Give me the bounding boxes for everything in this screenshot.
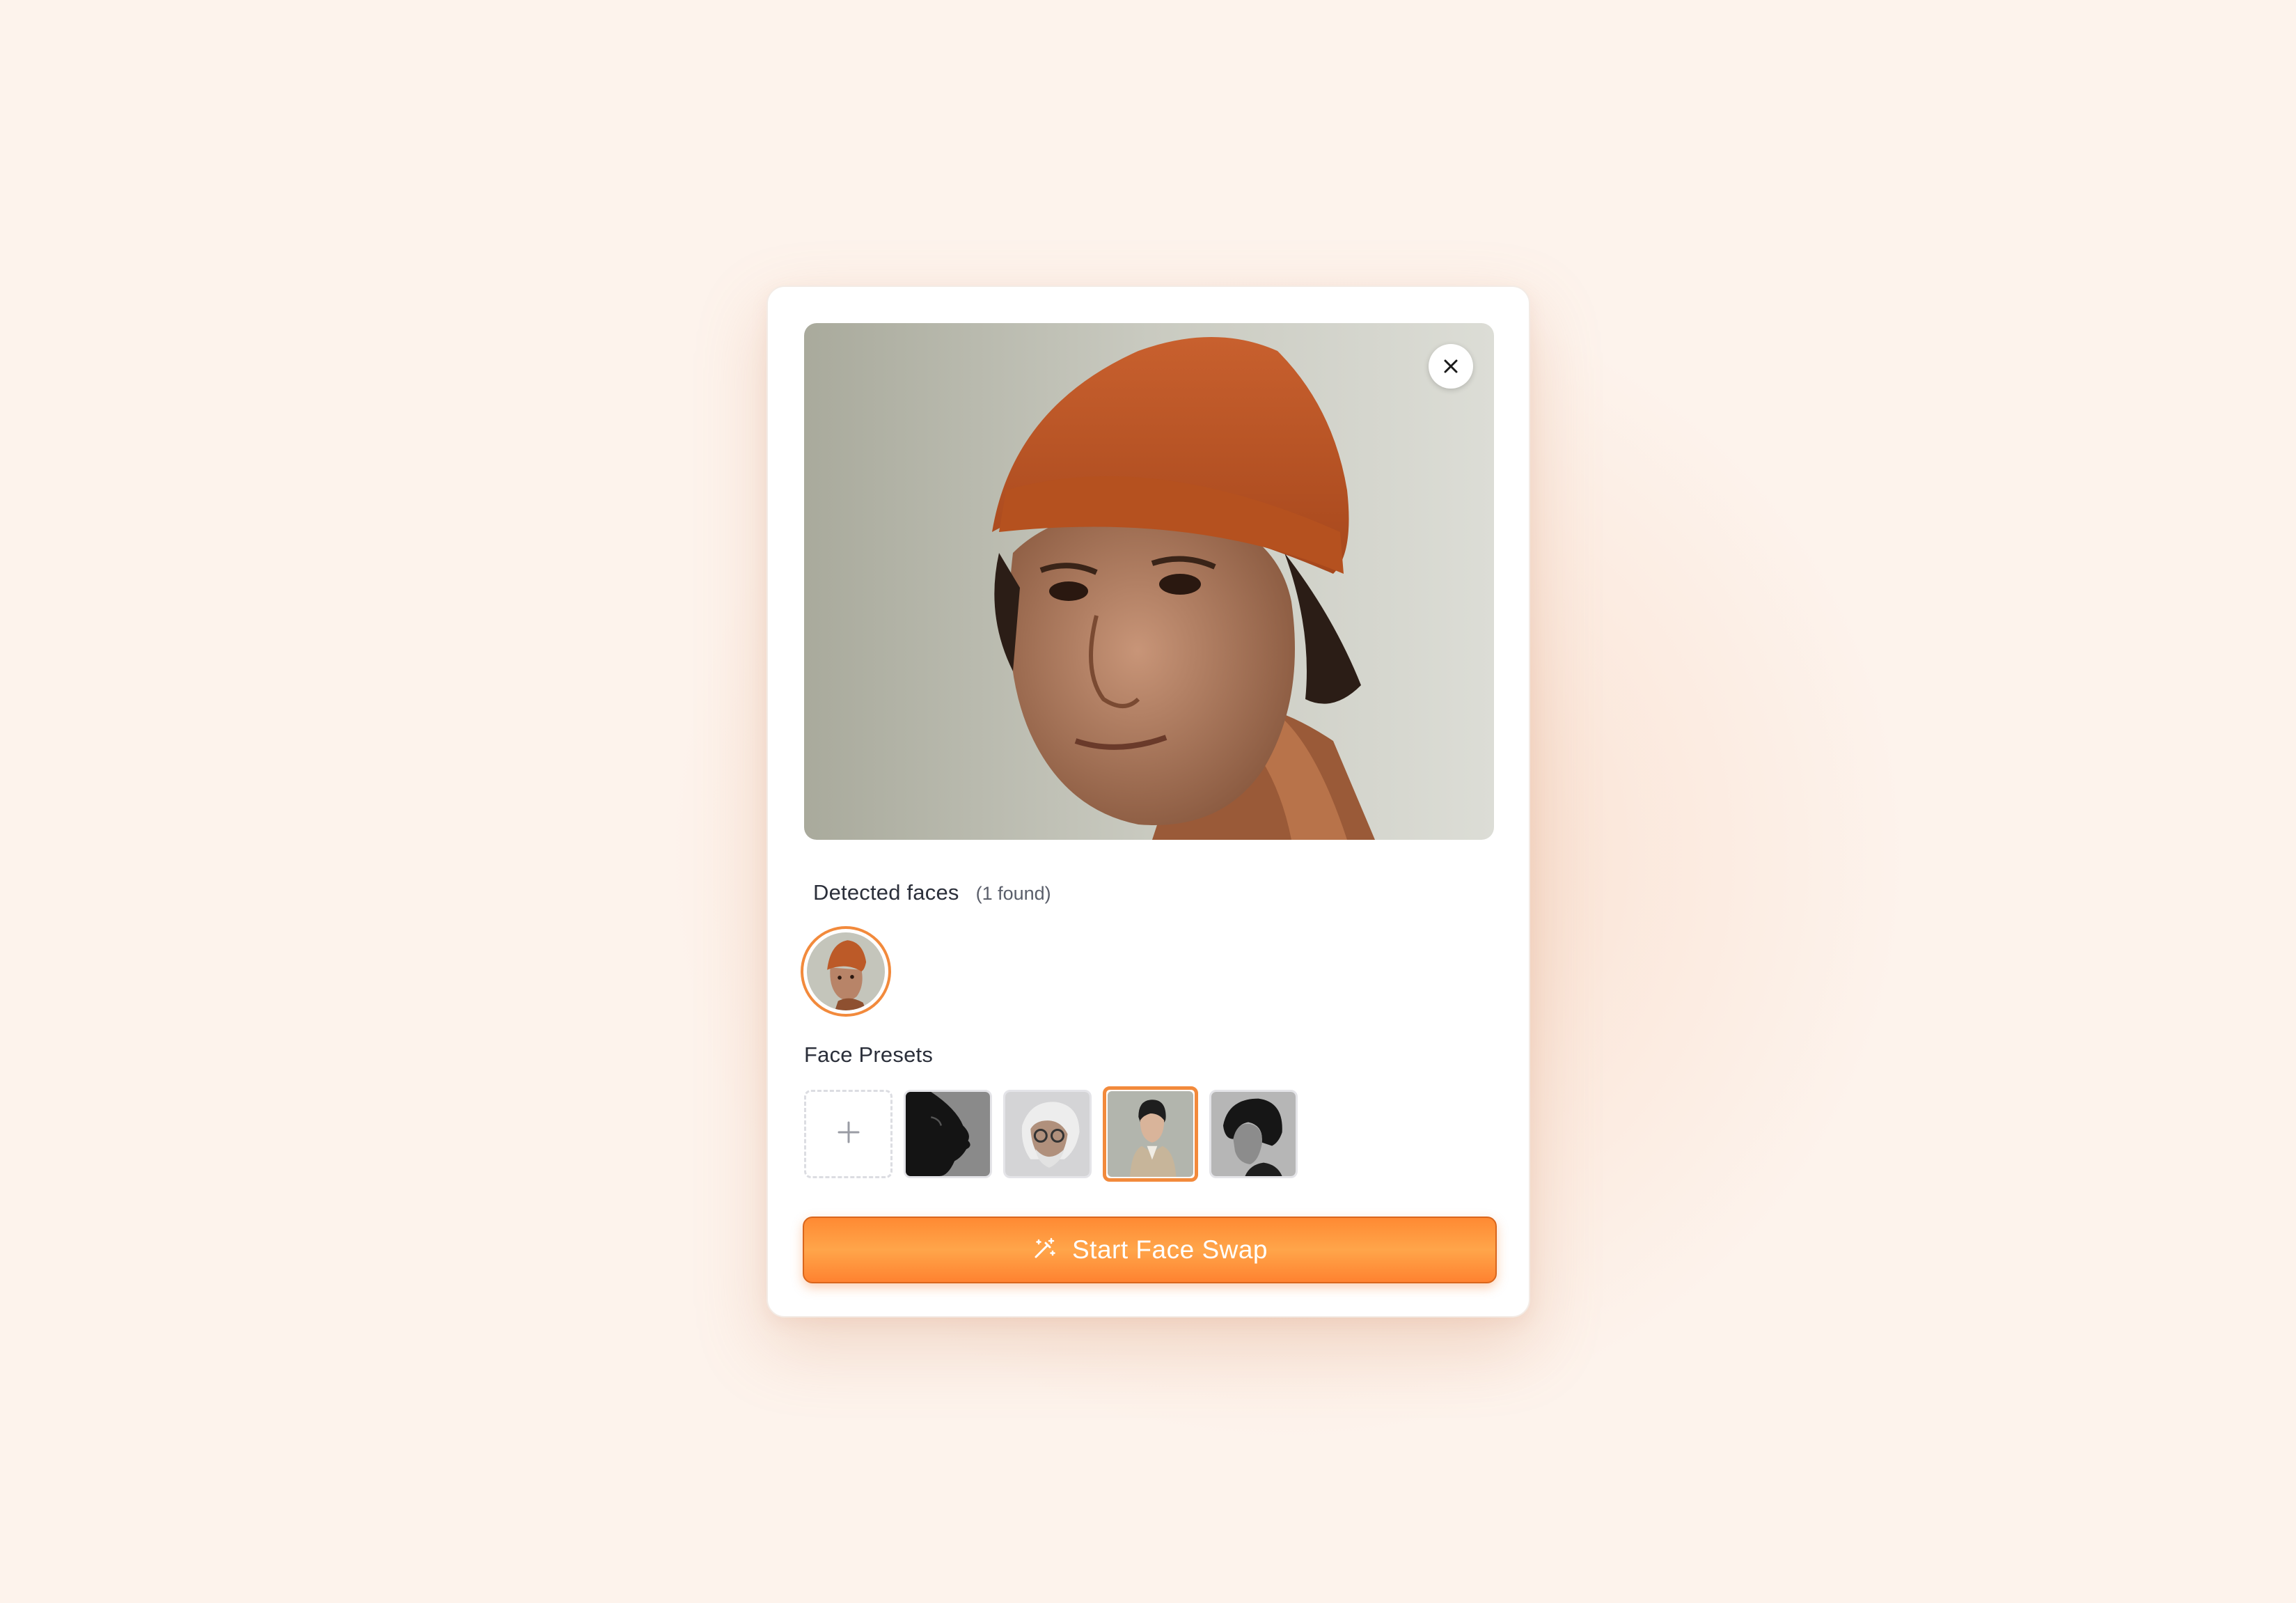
- start-face-swap-label: Start Face Swap: [1071, 1235, 1268, 1264]
- preset-item[interactable]: [1003, 1090, 1092, 1178]
- detected-faces-title: Detected faces: [813, 880, 959, 905]
- preset-item-selected[interactable]: [1103, 1086, 1198, 1182]
- start-face-swap-button[interactable]: Start Face Swap: [803, 1217, 1497, 1283]
- preset-item[interactable]: [904, 1090, 992, 1178]
- detected-faces-count: (1 found): [975, 883, 1051, 904]
- face-swap-modal: Detected faces (1 found) Face Presets St…: [766, 286, 1530, 1317]
- source-photo: [804, 323, 1494, 840]
- face-presets-title: Face Presets: [804, 1042, 934, 1067]
- plus-icon: [836, 1120, 861, 1148]
- magic-wand-icon: [1032, 1236, 1057, 1265]
- preset-item[interactable]: [1209, 1090, 1298, 1178]
- detected-faces-header: Detected faces (1 found): [813, 880, 1051, 905]
- close-button[interactable]: [1429, 344, 1473, 389]
- close-icon: [1441, 357, 1461, 376]
- detected-face-chip[interactable]: [801, 926, 891, 1017]
- face-presets-list: [804, 1086, 1298, 1182]
- add-preset-button[interactable]: [804, 1090, 893, 1178]
